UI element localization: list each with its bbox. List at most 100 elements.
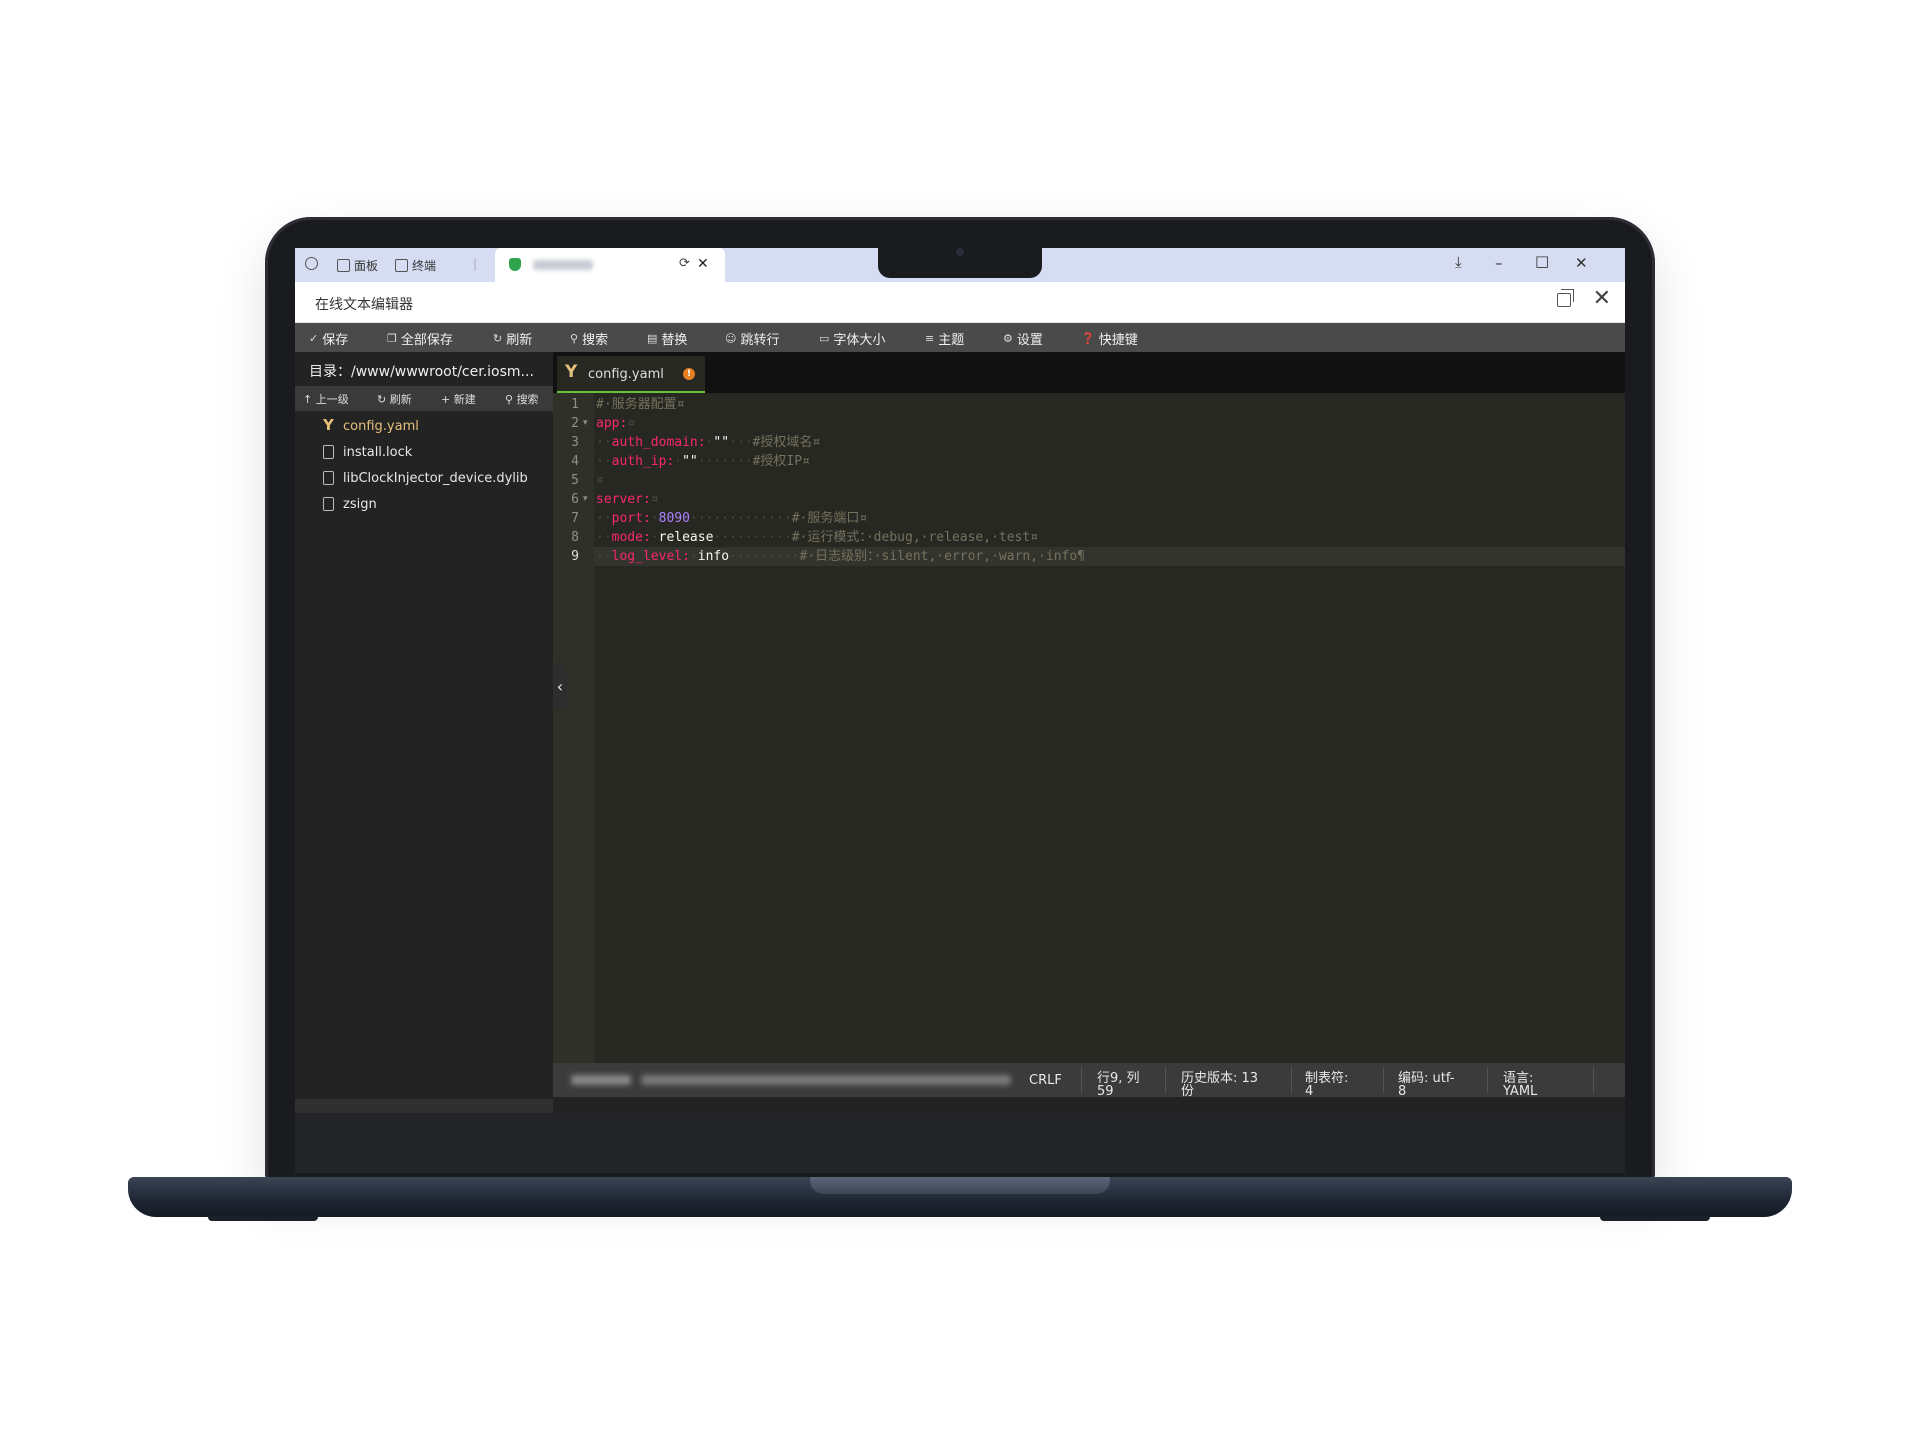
camera-icon (956, 248, 964, 256)
language-status[interactable]: 语言: YAML (1503, 1072, 1537, 1098)
line-ending-status[interactable]: CRLF (1029, 1074, 1062, 1087)
unsaved-indicator-icon: ! (683, 368, 695, 380)
maximize-icon[interactable]: □ (1535, 252, 1549, 270)
settings-button[interactable]: ⚙ 设置 (1003, 329, 1043, 348)
status-divider (1593, 1067, 1594, 1093)
collapse-sidebar-icon[interactable]: ‹ (553, 663, 567, 709)
search-button[interactable]: ⚲ 搜索 (570, 329, 608, 348)
font-size-button[interactable]: ▭ 字体大小 (819, 329, 885, 348)
screen: 面板 终端 | ⟳ ✕ ⤓ – □ ✕ 在线文本编辑器 ✕ ✓ 保存 ❐ 全部保存 … (295, 248, 1625, 1113)
tab-active-site[interactable]: ⟳ ✕ (495, 248, 725, 282)
app-title: 在线文本编辑器 (315, 297, 413, 313)
tab-panel[interactable]: 面板 (337, 257, 378, 274)
refresh-label: 刷新 (506, 333, 533, 348)
settings-label: 设置 (1016, 333, 1043, 348)
file-item-install-lock[interactable]: install.lock (295, 440, 553, 466)
up-level-label: 上一级 (315, 393, 349, 406)
tab-divider: | (473, 257, 478, 271)
sidebar-refresh-button[interactable]: ↻ 刷新 (377, 391, 412, 407)
file-item-zsign[interactable]: zsign (295, 492, 553, 518)
gear-icon: ⚙ (1003, 332, 1013, 345)
file-name: zsign (343, 497, 377, 512)
directory-path: 目录：/www/wwwroot/cer.iosm... (309, 364, 534, 380)
line-number: 7 (571, 511, 579, 526)
history-versions-status[interactable]: 历史版本: 13 份 (1181, 1072, 1258, 1098)
code-line-7: ··port:·8090·············#·服务端口¤ (596, 511, 868, 526)
line-number: 5 (571, 473, 579, 488)
code-line-5: ¤ (596, 473, 604, 488)
restore-window-icon[interactable] (1557, 289, 1574, 307)
line-number-current: 9 (571, 549, 579, 564)
close-tab-icon[interactable]: ✕ (697, 256, 709, 272)
goto-line-label: 跳转行 (740, 333, 780, 348)
save-button[interactable]: ✓ 保存 (309, 329, 348, 348)
line-number-gutter: 1 2 ▾ 3 4 5 6 ▾ 7 8 9 (553, 393, 594, 1063)
up-level-button[interactable]: ↑ 上一级 (303, 391, 349, 407)
fold-arrow-icon[interactable]: ▾ (583, 490, 588, 509)
replace-button[interactable]: ▤ 替换 (647, 329, 687, 348)
code-line-4: ··auth_ip:·""·······#授权IP¤ (596, 454, 810, 469)
theme-button[interactable]: ≡ 主题 (925, 329, 964, 348)
panel-icon (337, 259, 350, 272)
code-editor[interactable]: #·服务器配置¤ app:¤ ··auth_domain:·""···#授权域名… (594, 393, 1625, 1063)
save-label: 保存 (322, 333, 349, 348)
shield-icon (509, 258, 521, 271)
editor-tab-bar: Y config.yaml ! (553, 352, 1625, 393)
refresh-button[interactable]: ↻ 刷新 (493, 329, 532, 348)
line-number: 4 (571, 454, 579, 469)
goto-line-button[interactable]: ☺ 跳转行 (725, 329, 779, 348)
cursor-position-status: 行9, 列 59 (1097, 1071, 1140, 1099)
save-all-label: 全部保存 (400, 333, 453, 348)
file-list: Y config.yaml install.lock libClockInjec… (295, 414, 553, 518)
line-number: 6 (571, 492, 579, 507)
status-divider (1291, 1067, 1292, 1093)
file-item-dylib[interactable]: libClockInjector_device.dylib (295, 466, 553, 492)
line-number: 8 (571, 530, 579, 545)
account-icon[interactable] (305, 257, 318, 270)
camera-notch (878, 248, 1042, 278)
laptop-foot-right (1600, 1216, 1710, 1221)
window-close-icon[interactable]: ✕ (1575, 254, 1588, 272)
replace-label: 替换 (661, 333, 688, 348)
file-name: libClockInjector_device.dylib (343, 471, 528, 486)
editor-tab-config-yaml[interactable]: Y config.yaml ! (557, 356, 705, 393)
sidebar-footer (295, 1099, 553, 1113)
terminal-icon (395, 259, 408, 272)
code-line-6: server:¤ (596, 492, 659, 507)
status-bar: CRLF 行9, 列 59 历史版本: 13 份 制表符: 4 编码: utf- 8 语… (553, 1063, 1625, 1099)
save-all-button[interactable]: ❐ 全部保存 (387, 329, 453, 348)
laptop-hinge-notch (810, 1177, 1110, 1194)
app-titlebar: 在线文本编辑器 ✕ (295, 282, 1625, 323)
screen-bottom-strip (553, 1097, 1625, 1113)
status-divider (1487, 1067, 1488, 1093)
help-icon: ❓ (1081, 332, 1095, 345)
encoding-status[interactable]: 编码: utf- 8 (1398, 1072, 1454, 1098)
search-label: 搜索 (582, 333, 609, 348)
sidebar-actions: ↑ 上一级 ↻ 刷新 + 新建 ⚲ 搜索 (295, 386, 553, 411)
file-path-label-redacted (571, 1075, 631, 1085)
download-icon[interactable]: ⤓ (1455, 253, 1462, 271)
tab-terminal-label: 终端 (412, 259, 437, 273)
new-file-button[interactable]: + 新建 (441, 391, 476, 407)
sidebar-search-button[interactable]: ⚲ 搜索 (505, 391, 539, 407)
laptop-foot-left (208, 1216, 318, 1221)
shortcuts-button[interactable]: ❓ 快捷键 (1081, 329, 1138, 348)
copy-icon: ❐ (387, 332, 397, 345)
plus-icon: + (441, 393, 454, 406)
file-name: config.yaml (343, 419, 419, 434)
tab-size-status[interactable]: 制表符: 4 (1305, 1072, 1348, 1098)
refresh-icon[interactable]: ⟳ (679, 256, 690, 271)
tab-terminal[interactable]: 终端 (395, 257, 436, 274)
file-name: install.lock (343, 445, 413, 460)
fold-arrow-icon[interactable]: ▾ (583, 414, 588, 433)
close-editor-icon[interactable]: ✕ (1593, 286, 1611, 311)
search-icon: ⚲ (570, 332, 579, 345)
minimize-icon[interactable]: – (1495, 254, 1503, 272)
editor-tab-label: config.yaml (588, 367, 664, 382)
file-item-config-yaml[interactable]: Y config.yaml (295, 414, 553, 440)
code-line-3: ··auth_domain:·""···#授权域名¤ (596, 435, 821, 450)
code-line-2: app:¤ (596, 416, 636, 431)
code-line-9: ··log_level:·info·········#·日志级别：·silent… (596, 549, 1086, 564)
font-size-label: 字体大小 (833, 333, 886, 348)
replace-icon: ▤ (647, 332, 658, 345)
